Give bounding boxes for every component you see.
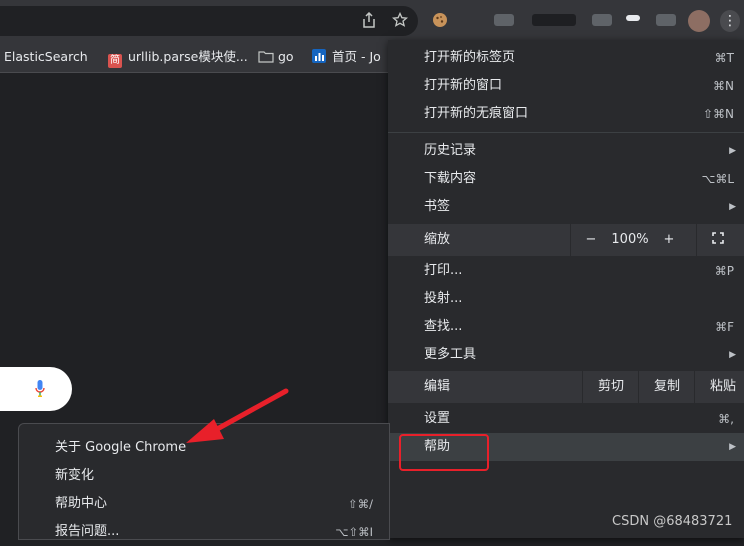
zoom-level: 100% [611,232,649,247]
menu-item-label: 下载内容 [424,171,477,186]
menu-item-find[interactable]: 查找... ⌘F [388,313,744,341]
chevron-right-icon: ▶ [729,442,736,452]
cookie-extension-icon[interactable] [432,12,448,32]
menu-item-shortcut: ⌘P [714,264,734,278]
folder-icon [258,50,274,64]
annotation-arrow-icon [186,388,289,443]
chevron-right-icon: ▶ [729,350,736,360]
bookmark-item[interactable]: 简 urllib.parse模块使... [108,48,248,68]
menu-item-label: 关于 Google Chrome [55,440,187,455]
divider [694,371,695,403]
chevron-right-icon: ▶ [729,202,736,212]
menu-item-label: 查找... [424,319,463,334]
menu-kebab-icon[interactable]: ⋮ [720,10,740,32]
menu-item-shortcut: ⌥⌘L [701,172,734,186]
star-icon[interactable] [391,11,409,32]
menu-item-more-tools[interactable]: 更多工具 ▶ [388,341,744,369]
edit-row: 编辑 剪切 复制 粘贴 [388,371,744,403]
fullscreen-icon[interactable] [712,224,724,256]
avatar[interactable] [688,10,710,32]
microphone-icon[interactable] [35,380,45,398]
bookmark-label: 首页 - Jo [332,49,381,64]
menu-item-shortcut: ⌘F [715,320,734,334]
copy-button[interactable]: 复制 [654,371,680,403]
bookmark-label: go [278,49,294,64]
menu-item-history[interactable]: 历史记录 ▶ [388,137,744,165]
divider [696,224,697,256]
extension-icon[interactable] [494,14,514,26]
chevron-right-icon: ▶ [729,146,736,156]
search-box[interactable] [0,367,72,411]
extension-icon[interactable] [532,14,576,26]
menu-item-shortcut: ⌥⇧⌘I [335,525,373,539]
extension-icon[interactable] [656,14,676,26]
zoom-label: 缩放 [424,232,451,247]
cut-button[interactable]: 剪切 [598,371,624,403]
menu-item-shortcut: ⌘T [714,51,734,65]
zoom-in-button[interactable]: + [662,224,676,256]
menu-item-shortcut: ⌘N [713,79,734,93]
menu-item-label: 帮助中心 [55,496,108,511]
submenu-item-help-center[interactable]: 帮助中心 ⇧⌘/ [19,490,389,518]
menu-item-cast[interactable]: 投射... [388,285,744,313]
zoom-out-button[interactable]: − [584,224,598,256]
bookmark-favicon-icon: 简 [108,54,122,68]
bookmark-item[interactable]: go [258,48,294,66]
menu-item-bookmarks[interactable]: 书签 ▶ [388,193,744,221]
menu-item-new-window[interactable]: 打开新的窗口 ⌘N [388,72,744,100]
watermark: CSDN @68483721 [612,514,733,529]
chart-icon [312,49,326,63]
bookmark-item[interactable]: 首页 - Jo [312,48,381,66]
omnibox[interactable] [0,6,418,36]
menu-item-shortcut: ⇧⌘/ [347,497,373,511]
extension-icon[interactable] [626,15,640,21]
extension-icon[interactable] [592,14,612,26]
menu-item-label: 打印... [424,263,463,278]
menu-item-label: 更多工具 [424,347,477,362]
menu-item-label: 投射... [424,291,463,306]
bookmark-label: ElasticSearch [4,49,88,64]
menu-item-print[interactable]: 打印... ⌘P [388,257,744,285]
menu-item-label: 历史记录 [424,143,477,158]
share-icon[interactable] [362,11,376,32]
divider [638,371,639,403]
help-highlight-box [399,434,489,471]
menu-item-label: 打开新的标签页 [424,50,516,65]
menu-item-label: 书签 [424,199,451,214]
submenu-item-report-issue[interactable]: 报告问题... ⌥⇧⌘I [19,518,389,546]
zoom-row: 缩放 − 100% + [388,224,744,256]
bookmark-item[interactable]: ElasticSearch [4,48,88,66]
menu-item-label: 设置 [424,411,451,426]
menu-item-label: 打开新的窗口 [424,78,503,93]
edit-label: 编辑 [424,379,451,394]
divider [570,224,571,256]
menu-item-label: 打开新的无痕窗口 [424,106,529,121]
menu-item-downloads[interactable]: 下载内容 ⌥⌘L [388,165,744,193]
menu-item-label: 报告问题... [55,524,120,539]
bookmark-label: urllib.parse模块使... [128,49,248,64]
submenu-item-whats-new[interactable]: 新变化 [19,462,389,490]
menu-item-new-incognito-window[interactable]: 打开新的无痕窗口 ⇧⌘N [388,100,744,128]
divider [582,371,583,403]
menu-item-settings[interactable]: 设置 ⌘, [388,405,744,433]
browser-toolbar: ⋮ [0,0,744,42]
menu-item-shortcut: ⌘, [718,412,734,426]
menu-separator [388,132,744,133]
paste-button[interactable]: 粘贴 [710,371,736,403]
menu-item-new-tab[interactable]: 打开新的标签页 ⌘T [388,44,744,72]
menu-item-label: 新变化 [55,468,95,483]
menu-item-shortcut: ⇧⌘N [702,107,734,121]
